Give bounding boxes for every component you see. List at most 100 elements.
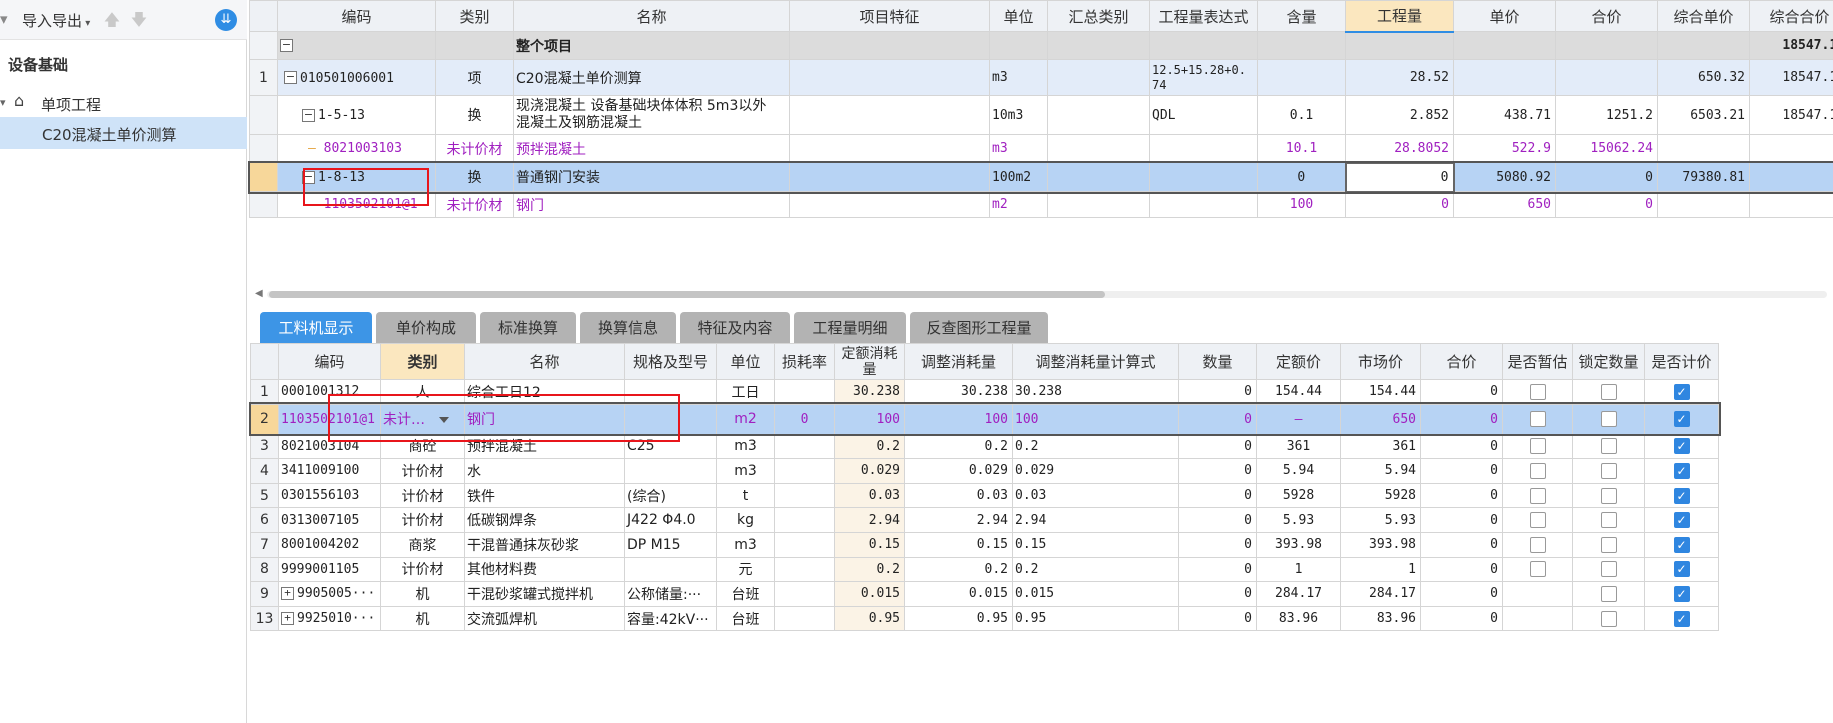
col-header[interactable]: 市场价 <box>1340 343 1421 380</box>
cell[interactable] <box>789 134 990 163</box>
cell[interactable] <box>1657 31 1750 60</box>
cell-comp-total[interactable]: 0 <box>1749 162 1833 192</box>
cell-qty[interactable]: 28.52 <box>1345 59 1454 96</box>
cell-market-price[interactable]: 650 <box>1340 403 1421 435</box>
cell-estimated[interactable] <box>1502 433 1573 460</box>
cell-market-price[interactable]: 5928 <box>1340 482 1421 509</box>
col-header[interactable]: 是否计价 <box>1644 343 1719 380</box>
cell-lock-qty[interactable] <box>1572 482 1645 509</box>
cell-type[interactable]: 计价材 <box>380 556 465 583</box>
priced-checkbox[interactable]: ✓ <box>1673 438 1690 455</box>
cell-priced[interactable]: ✓ <box>1644 531 1719 558</box>
expand-icon[interactable]: + <box>281 587 294 601</box>
type-dropdown[interactable]: 未计… <box>380 403 465 435</box>
cell-content[interactable]: 10.1 <box>1257 134 1346 163</box>
cell-content[interactable]: 0.1 <box>1257 95 1346 135</box>
cell-name[interactable]: 低碳钢焊条 <box>464 507 625 533</box>
cell-qty[interactable]: 0 <box>1178 605 1257 632</box>
cell-type[interactable]: 人 <box>380 379 465 405</box>
collapse-icon[interactable]: − <box>302 170 315 184</box>
tree-root[interactable]: 设备基础 <box>8 54 68 75</box>
cell-quota-price[interactable]: 5.94 <box>1256 458 1341 484</box>
cell-market-price[interactable]: 154.44 <box>1340 379 1421 405</box>
cell[interactable] <box>789 59 990 96</box>
scroll-thumb[interactable] <box>269 291 1105 298</box>
cell-expr[interactable]: QDL <box>1149 95 1258 135</box>
cell[interactable] <box>1749 134 1833 163</box>
cell[interactable] <box>789 162 990 192</box>
col-header[interactable]: 调整消耗量计算式 <box>1012 343 1179 380</box>
table-row[interactable]: — 1103502101@1 未计价材 钢门 m2 100 0 650 0 <box>249 191 1833 218</box>
cell-spec[interactable]: 容量:42kV··· <box>624 605 717 632</box>
cell[interactable] <box>1149 134 1258 163</box>
cell-loss[interactable] <box>774 433 835 460</box>
cell-unit[interactable]: t <box>716 482 775 509</box>
cell-spec[interactable]: 公称储量:··· <box>624 581 717 607</box>
cell-adj[interactable]: 0.2 <box>904 433 1013 460</box>
cell-loss[interactable] <box>774 605 835 632</box>
cell-spec[interactable] <box>624 556 717 583</box>
cell-code[interactable]: 8001004202 <box>278 531 381 558</box>
cell-qty[interactable]: 0 <box>1345 191 1454 218</box>
priced-checkbox[interactable]: ✓ <box>1673 536 1690 553</box>
tree-item-c20-unit-price[interactable]: C20混凝土单价测算 <box>0 117 247 149</box>
table-row[interactable]: 13 +9925010··· 机交流弧焊机 容量:42kV··· 台班 0.95 0.95 0… <box>250 605 1719 632</box>
cell-total[interactable]: 0 <box>1420 403 1503 435</box>
cell-loss[interactable] <box>774 531 835 558</box>
cell-priced[interactable]: ✓ <box>1644 403 1719 435</box>
cell-code[interactable]: 9999001105 <box>278 556 381 583</box>
table-row[interactable]: 1 −010501006001 项 C20混凝土单价测算 m3 12.5+15.… <box>249 59 1833 96</box>
cell-adj[interactable]: 0.029 <box>904 458 1013 484</box>
cell-name[interactable]: 预拌混凝土 <box>464 433 625 460</box>
cell[interactable] <box>1047 191 1150 218</box>
cell-market-price[interactable]: 5.93 <box>1340 507 1421 533</box>
tree-expand-icon[interactable]: ▾ <box>0 96 6 109</box>
cell-market-price[interactable]: 5.94 <box>1340 458 1421 484</box>
cell-code[interactable]: +9905005··· <box>278 581 381 607</box>
col-header[interactable]: 工程量表达式 <box>1149 0 1258 32</box>
cell-market-price[interactable]: 393.98 <box>1340 531 1421 558</box>
cell-priced[interactable]: ✓ <box>1644 458 1719 484</box>
cell-total[interactable]: 0 <box>1420 433 1503 460</box>
estimated-checkbox[interactable] <box>1529 411 1546 428</box>
cell-code[interactable]: −1-5-13 <box>277 95 436 135</box>
import-export-button[interactable]: 导入导出 ▾ <box>22 10 90 31</box>
cell[interactable] <box>1657 134 1750 163</box>
cell-name[interactable]: 水 <box>464 458 625 484</box>
col-header[interactable]: 合价 <box>1555 0 1658 32</box>
cell-unit[interactable]: 100m2 <box>989 162 1048 192</box>
cell-priced[interactable]: ✓ <box>1644 379 1719 405</box>
cell-comp-price[interactable]: 6503.21 <box>1657 95 1750 135</box>
cell-spec[interactable] <box>624 379 717 405</box>
table-row[interactable]: 8 9999001105 计价材 其他材料费元 0.2 0.2 0.2 0 1 1 0 ✓ <box>250 556 1719 583</box>
cell-type[interactable]: 未计价材 <box>435 191 514 218</box>
cell-priced[interactable]: ✓ <box>1644 482 1719 509</box>
cell-unit[interactable]: m3 <box>989 59 1048 96</box>
collapse-icon[interactable]: − <box>280 39 293 52</box>
cell-price[interactable]: 438.71 <box>1453 95 1556 135</box>
cell-total[interactable]: 0 <box>1555 162 1658 192</box>
lock-qty-checkbox[interactable] <box>1600 487 1617 504</box>
cell[interactable] <box>789 95 990 135</box>
cell-code[interactable]: −1-8-13 <box>277 162 436 192</box>
cell-quota-price[interactable]: 5928 <box>1256 482 1341 509</box>
cell[interactable] <box>1257 59 1346 96</box>
cell-code[interactable]: 0313007105 <box>278 507 381 533</box>
col-header[interactable]: 数量 <box>1178 343 1257 380</box>
cell-total[interactable]: 0 <box>1420 531 1503 558</box>
cell-loss[interactable] <box>774 482 835 509</box>
cell-loss[interactable] <box>774 556 835 583</box>
cell-lock-qty[interactable] <box>1572 379 1645 405</box>
table-row-selected[interactable]: 2 1103502101@1 未计… 钢门 m2 0 100 100 100 0—650 0 ✓ <box>248 402 1721 437</box>
cell-loss[interactable] <box>774 379 835 405</box>
cell-lock-qty[interactable] <box>1572 433 1645 460</box>
cell-type[interactable]: 商砼 <box>380 433 465 460</box>
cell-adj[interactable]: 0.95 <box>904 605 1013 632</box>
collapse-icon[interactable]: − <box>284 71 297 84</box>
cell[interactable] <box>1345 31 1454 60</box>
cell-type[interactable]: 换 <box>435 95 514 135</box>
cell-total[interactable]: 0 <box>1420 482 1503 509</box>
cell-unit[interactable]: 台班 <box>716 581 775 607</box>
estimated-checkbox[interactable] <box>1529 438 1546 455</box>
col-header[interactable]: 汇总类别 <box>1047 0 1150 32</box>
